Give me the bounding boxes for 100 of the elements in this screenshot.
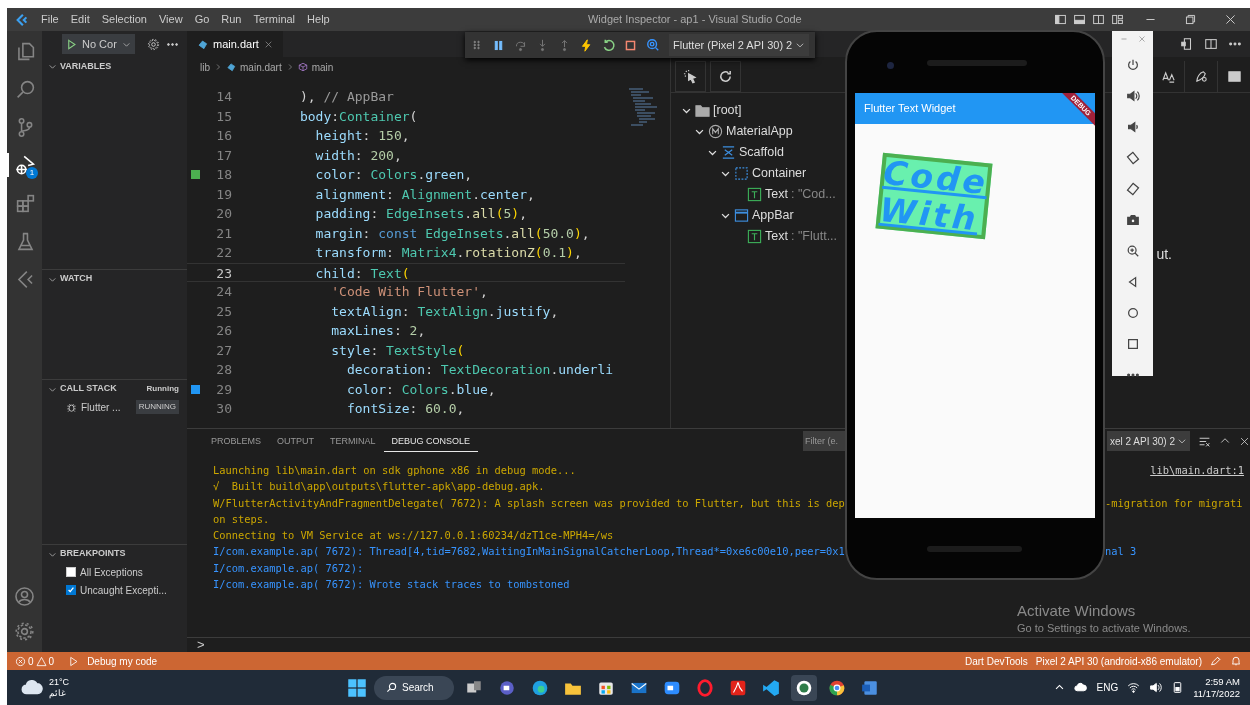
section-header[interactable]: CALL STACK Running (42, 379, 187, 398)
pause-icon[interactable] (492, 38, 505, 52)
cube-icon (297, 62, 308, 72)
folder-icon (695, 103, 710, 118)
document-icon (728, 678, 747, 697)
restart-icon[interactable] (602, 38, 615, 52)
grip-icon[interactable] (471, 39, 483, 51)
settings-icon[interactable] (14, 621, 35, 642)
breadcrumb-item[interactable]: main (311, 59, 334, 75)
menu-item[interactable]: Go (188, 11, 216, 28)
console-line: Launching lib\main.dart on sdk gphone x86 in debug mode... (213, 463, 577, 478)
close-icon[interactable] (1224, 13, 1237, 26)
bell-icon[interactable] (1230, 655, 1242, 667)
checkbox[interactable] (66, 567, 76, 577)
source-link[interactable]: lib\main.dart:1 (1150, 462, 1244, 479)
layout-icon[interactable] (1111, 13, 1124, 26)
restore-icon[interactable] (1184, 13, 1197, 26)
clock-date[interactable]: 11/17/2022 (1193, 687, 1240, 700)
menu-item[interactable]: Terminal (247, 11, 302, 28)
split-editor-icon[interactable] (1204, 37, 1218, 51)
menu-item[interactable]: Run (215, 11, 248, 28)
menu-item[interactable]: View (152, 11, 189, 28)
chevron-icon (1177, 436, 1188, 446)
run-config-select[interactable]: No Cor (62, 33, 135, 55)
account-icon[interactable] (14, 586, 35, 607)
taskbar-search[interactable]: Search (374, 675, 454, 700)
taskbar-app[interactable] (790, 674, 817, 701)
text-t-icon (747, 187, 762, 202)
panel-tab[interactable]: OUTPUT (269, 429, 322, 453)
panel-tab[interactable]: DEBUG CONSOLE (383, 429, 479, 453)
devtools-link[interactable]: Dart DevTools (965, 653, 1028, 669)
debug-target-select[interactable]: Flutter (Pixel 2 API 30) 2 (669, 34, 810, 56)
tree-node[interactable]: Container (671, 163, 843, 184)
scaffold-icon (721, 145, 736, 160)
minimap-drawing (627, 87, 657, 129)
device-selector[interactable]: Pixel 2 API 30 (android-x86 emulator) (1035, 653, 1202, 669)
device-icon[interactable] (1180, 37, 1194, 51)
menu-item[interactable]: File (35, 11, 65, 28)
cloud-icon[interactable] (1074, 681, 1088, 694)
line-number: 16 (215, 127, 232, 145)
volume-up-icon[interactable] (1125, 89, 1140, 103)
session-select[interactable]: xel 2 API 30) 2 (1107, 431, 1191, 451)
activation-subtitle: Go to Settings to activate Windows. (1017, 621, 1191, 636)
code-line: 'Code With Flutter', (330, 283, 488, 301)
inspect-icon[interactable] (646, 38, 660, 52)
select-widget-button[interactable] (675, 61, 706, 92)
layout-icon[interactable] (1073, 13, 1086, 26)
clock-time[interactable]: 2:59 AM (1205, 675, 1240, 688)
checkbox[interactable] (66, 585, 76, 595)
panel-tab[interactable]: PROBLEMS (203, 429, 269, 453)
menu-item[interactable]: Help (301, 11, 336, 28)
language-indicator[interactable]: ENG (1096, 680, 1119, 695)
overview-icon[interactable] (1125, 337, 1140, 351)
tree-node[interactable]: Scaffold (671, 142, 843, 163)
lightning-icon[interactable] (580, 38, 593, 52)
play-icon[interactable] (68, 655, 80, 667)
checkbox-label: All Exceptions (80, 565, 143, 580)
breadcrumb-item[interactable]: main.dart (240, 59, 282, 75)
section-header[interactable]: BREAKPOINTS (42, 544, 187, 563)
console-line: I/com.example.ap( 7672): Thread[4,tid=7682,WaitingInMainSignalCatcherLoop,Thread*=0xe6c00e10,peer=0x1 (213, 544, 845, 560)
rotate-right-icon[interactable] (1125, 182, 1140, 196)
tree-node[interactable]: [root] (671, 100, 843, 121)
feedback-icon[interactable] (1210, 655, 1222, 667)
tree-node[interactable]: Text : "Cod... (671, 184, 843, 205)
menu-item[interactable]: Selection (95, 11, 153, 28)
code-line: color: Colors.blue, (345, 380, 496, 399)
start-button[interactable] (347, 677, 367, 698)
home-icon[interactable] (1125, 306, 1140, 320)
section-header[interactable]: VARIABLES (42, 57, 187, 76)
layout-icon[interactable] (1054, 13, 1067, 26)
settings-icon[interactable] (146, 37, 160, 51)
volume-down-icon[interactable] (1125, 120, 1140, 134)
thread-label[interactable]: Flutter ... (81, 399, 121, 415)
menu-item[interactable]: Edit (64, 11, 96, 28)
editor-tab[interactable]: main.dart (187, 31, 283, 57)
console-line: I/com.example.ap( 7672): (213, 560, 365, 576)
speaker-icon[interactable] (1149, 681, 1163, 694)
filter-field[interactable]: Filter (e. (803, 431, 845, 451)
tree-node[interactable]: Text : "Flutt... (671, 226, 843, 247)
wifi-icon[interactable] (1127, 681, 1141, 694)
stop-icon[interactable] (624, 38, 637, 52)
rotate-left-icon[interactable] (1125, 151, 1140, 165)
line-number: 23 (215, 264, 232, 281)
refresh-icon (718, 69, 733, 84)
breadcrumb-item[interactable]: lib (200, 59, 210, 75)
tree-node[interactable]: AppBar (671, 205, 843, 226)
zoom-icon[interactable] (1125, 244, 1140, 258)
panel-tab[interactable]: TERMINAL (322, 429, 384, 453)
ring-icon (695, 678, 714, 697)
weather-condition: غائم (49, 687, 67, 699)
line-number: 18 (215, 166, 232, 184)
close-icon[interactable] (1239, 435, 1250, 447)
code-line: maxLines: 2, (330, 322, 426, 340)
launch-config[interactable]: Debug my code (87, 653, 158, 669)
power-icon[interactable] (1125, 58, 1140, 72)
section-header[interactable]: WATCH (42, 269, 187, 288)
refresh-button[interactable] (710, 61, 741, 92)
tree-node[interactable]: MaterialApp (671, 121, 843, 142)
layout-icon[interactable] (1092, 13, 1105, 26)
code-line: ), // AppBar (298, 88, 394, 106)
